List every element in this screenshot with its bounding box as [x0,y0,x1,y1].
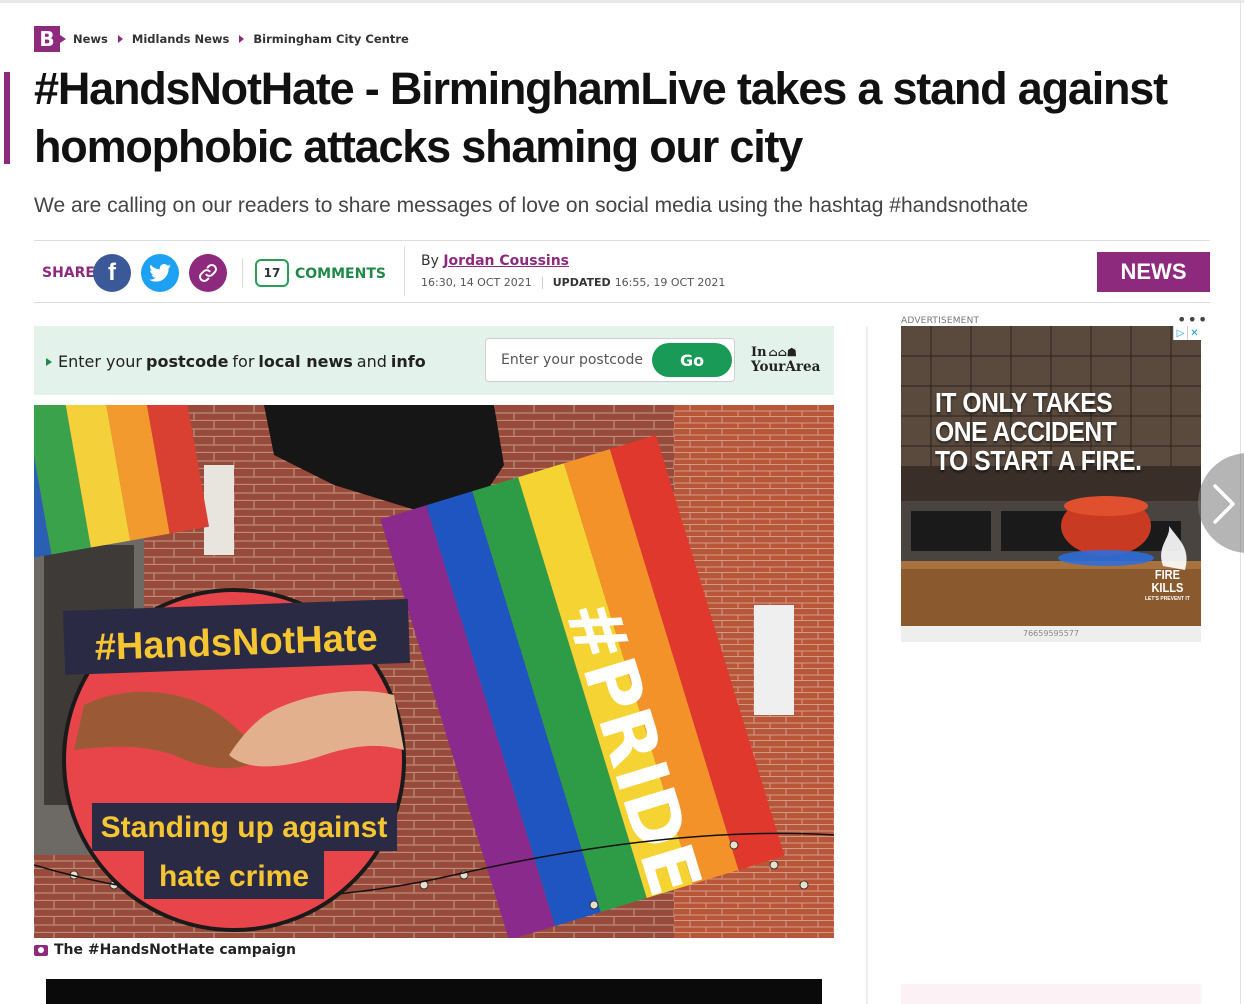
postcode-form: Go [485,338,735,382]
chevron-right-icon [1213,484,1235,524]
hero-illustration: #PRIDE #HandsNotHate Standing up against… [34,405,834,938]
author-link[interactable]: Jordan Coussins [443,253,569,269]
divider-bottom [34,302,1210,303]
ad-controls: ▷ ✕ [1173,326,1201,340]
prompt-text-bold: postcode [146,352,229,371]
badge-line-2: hate crime [159,860,309,893]
chevron-right-icon [239,35,245,43]
breadcrumb-midlands-news[interactable]: Midlands News [132,32,229,46]
advertisement-label: ADVERTISEMENT [901,316,980,326]
article-standfirst: We are calling on our readers to share m… [34,194,1029,217]
advert-line-3: TO START A FIRE. [935,445,1142,476]
breadcrumb-trail: News Midlands News Birmingham City Centr… [73,32,409,46]
brand-kills: KILLS [1151,580,1184,595]
advert-line-1: IT ONLY TAKES [935,387,1113,418]
top-border [0,0,1244,3]
next-article-button[interactable] [1198,453,1244,553]
prompt-text-bold: info [390,352,426,371]
postcode-go-button[interactable]: Go [652,343,732,377]
section-tag-news[interactable]: NEWS [1097,252,1210,292]
published-date: 16:30, 14 OCT 2021 [421,276,532,289]
prompt-text: for [232,352,255,371]
badge-line-1: Standing up against [101,811,388,844]
headline-accent-bar [4,72,10,164]
comments-link[interactable]: COMMENTS [295,266,386,282]
brand-line-2: YourArea [751,359,821,375]
hero-image[interactable]: #PRIDE #HandsNotHate Standing up against… [34,405,834,938]
camera-icon [34,944,48,956]
prompt-text: Enter your [58,352,143,371]
copy-link-button[interactable] [189,254,227,292]
twitter-share-button[interactable] [141,254,179,292]
postcode-widget: Enter your postcode for local news and i… [34,326,834,395]
updated-label: UPDATED [552,276,611,289]
prompt-text-bold: local news [258,352,353,371]
facebook-share-button[interactable]: f [93,254,131,292]
advert-banner[interactable]: ▷ ✕ IT ONLY TAKES ONE ACCIDENT TO START … [901,326,1201,626]
house-icon: ⌂⌂☗ [768,346,797,359]
comments-count-badge[interactable]: 17 [255,259,289,287]
triangle-right-icon [46,357,52,366]
brand-sub: LET'S PREVENT IT [1145,596,1190,602]
updated-date: 16:55, 19 OCT 2021 [614,276,726,289]
divider-top [34,240,1210,241]
column-separator [866,326,868,1004]
facebook-icon: f [108,259,116,286]
chevron-right-icon [117,35,123,43]
twitter-icon [149,264,171,282]
breadcrumb-birmingham-city-centre[interactable]: Birmingham City Centre [253,32,408,46]
link-icon [199,264,217,282]
postcode-input[interactable] [487,340,647,380]
date-separator [541,276,543,289]
video-player[interactable] [46,979,822,1004]
ad-close-icon[interactable]: ✕ [1187,326,1201,340]
breadcrumb-news[interactable]: News [73,32,108,46]
byline-separator [404,246,405,296]
advert-id: 76659595577 [901,626,1201,642]
sidebar-module-bottom [901,984,1201,1004]
adchoices-icon[interactable]: ▷ [1173,326,1187,340]
brand-line-1: In [751,345,767,360]
article-headline: #HandsNotHate - BirminghamLive takes a s… [34,63,1168,172]
advert-line-2: ONE ACCIDENT [935,416,1117,447]
share-label: SHARE [42,265,95,281]
caption-text: The #HandsNotHate campaign [54,942,296,958]
prompt-text: and [356,352,387,371]
article-dates: 16:30, 14 OCT 2021 UPDATED 16:55, 19 OCT… [421,276,725,289]
postcode-prompt: Enter your postcode for local news and i… [46,352,430,371]
share-separator [242,258,243,288]
inyourarea-logo[interactable]: In ⌂⌂☗ YourArea [751,345,820,375]
byline: By Jordan Coussins [421,253,569,269]
byline-prefix: By [421,253,439,269]
advert-headline: IT ONLY TAKES ONE ACCIDENT TO START A FI… [935,388,1142,475]
image-caption: The #HandsNotHate campaign [34,942,296,958]
site-logo[interactable]: B [34,26,66,52]
fire-kills-logo: FIRE KILLS LET'S PREVENT IT [1145,568,1190,602]
breadcrumb: B News Midlands News Birmingham City Cen… [34,26,409,52]
